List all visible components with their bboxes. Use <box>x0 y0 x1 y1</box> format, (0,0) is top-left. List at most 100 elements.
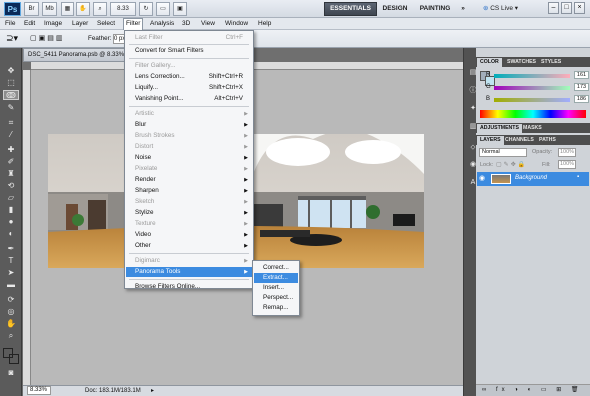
3d-orbit-tool-icon[interactable]: ◎ <box>3 307 19 317</box>
rotate-view-button[interactable]: ↻ <box>139 2 153 16</box>
tab-swatches[interactable]: SWATCHES <box>504 58 539 67</box>
filter-menu-item[interactable]: Lens Correction... Shift+Ctrl+R <box>126 72 252 82</box>
quick-selection-tool-icon[interactable]: ✎ <box>3 103 19 113</box>
zoom-tool-button[interactable]: ⌕ <box>93 2 107 16</box>
filter-menu-item[interactable]: Convert for Smart Filters <box>126 46 252 56</box>
filter-menu-item[interactable]: Stylize ▶ <box>126 208 252 218</box>
channel-g-slider[interactable] <box>494 86 570 90</box>
layer-row[interactable]: ◉ Background ▪ <box>477 172 589 186</box>
tab-paths[interactable]: PATHS <box>536 136 559 145</box>
history-brush-tool-icon[interactable]: ⟲ <box>3 181 19 191</box>
shape-tool-icon[interactable]: ▬ <box>3 280 19 290</box>
menu-analysis[interactable]: Analysis <box>148 18 176 30</box>
panorama-tools-item[interactable]: Remap... <box>254 303 298 313</box>
channel-r-slider[interactable] <box>494 74 570 78</box>
panorama-tools-item[interactable]: Perspect... <box>254 293 298 303</box>
healing-brush-tool-icon[interactable]: ✚ <box>3 145 19 155</box>
lasso-tool-icon[interactable]: ↂ <box>3 90 19 100</box>
gradient-tool-icon[interactable]: ▮ <box>3 205 19 215</box>
filter-menu-item[interactable]: Sharpen ▶ <box>126 186 252 196</box>
brush-tool-icon[interactable]: ✐ <box>3 157 19 167</box>
filter-menu-dropdown: Last Filter Ctrl+F Convert for Smart Filte… <box>124 30 254 292</box>
marquee-tool-icon[interactable]: ⬚ <box>3 78 19 88</box>
layer-name[interactable]: Background <box>515 175 547 181</box>
blend-mode-select[interactable]: Normal <box>479 148 527 157</box>
filter-menu-item[interactable]: Blur ▶ <box>126 120 252 130</box>
menu-3d[interactable]: 3D <box>180 18 192 30</box>
quick-mask-icon[interactable]: ◙ <box>3 368 19 378</box>
menu-layer[interactable]: Layer <box>70 18 90 30</box>
minimize-button[interactable]: – <box>548 2 559 14</box>
filter-menu-item[interactable]: Noise ▶ <box>126 153 252 163</box>
dodge-tool-icon[interactable]: ◐ <box>3 229 19 239</box>
channel-b-slider[interactable] <box>494 98 570 102</box>
lock-icons[interactable]: ▢✎✥🔒 <box>496 161 527 168</box>
blur-tool-icon[interactable]: ● <box>3 217 19 227</box>
eraser-tool-icon[interactable]: ▱ <box>3 193 19 203</box>
menu-edit[interactable]: Edit <box>22 18 37 30</box>
workspace-design[interactable]: DESIGN <box>378 2 412 16</box>
more-workspaces-button[interactable]: » <box>458 2 468 16</box>
workspace-painting[interactable]: PAINTING <box>415 2 455 16</box>
filter-menu-item[interactable]: Panorama Tools ▶ <box>126 267 252 277</box>
opacity-input[interactable]: 100% <box>558 148 576 157</box>
arrange-documents-button[interactable]: ▭ <box>156 2 170 16</box>
clone-stamp-tool-icon[interactable]: ♜ <box>3 169 19 179</box>
crop-tool-icon[interactable]: ⌗ <box>3 118 19 128</box>
pen-tool-icon[interactable]: ✒ <box>3 244 19 254</box>
path-selection-tool-icon[interactable]: ➤ <box>3 268 19 278</box>
menu-help[interactable]: Help <box>256 18 273 30</box>
zoom-level-field[interactable]: 8.33 <box>110 2 136 16</box>
filter-menu-item[interactable]: Browse Filters Online... <box>126 282 252 292</box>
filter-menu-item[interactable]: Video ▶ <box>126 230 252 240</box>
type-tool-icon[interactable]: T <box>3 256 19 266</box>
mini-bridge-button[interactable]: Mb <box>42 2 57 16</box>
filter-menu-item[interactable]: Render ▶ <box>126 175 252 185</box>
selection-mode-icons[interactable]: ▢▣▤▥ <box>30 34 64 42</box>
menu-file[interactable]: File <box>3 18 17 30</box>
panorama-tools-item[interactable]: Insert... <box>254 283 298 293</box>
opacity-label: Opacity: <box>532 149 553 155</box>
screen-mode-button[interactable]: ▣ <box>173 2 187 16</box>
move-tool-icon[interactable]: ✥ <box>3 66 19 76</box>
menu-filter[interactable]: Filter <box>123 18 144 30</box>
color-spectrum-bar[interactable] <box>480 110 586 118</box>
tab-color[interactable]: COLOR <box>477 58 502 67</box>
background-color-swatch[interactable] <box>9 354 19 364</box>
bridge-button[interactable]: Br <box>24 2 39 16</box>
tab-channels[interactable]: CHANNELS <box>502 136 537 145</box>
channel-g-value[interactable]: 173 <box>574 83 589 91</box>
status-arrow-icon[interactable]: ▸ <box>151 386 154 396</box>
channel-r-value[interactable]: 161 <box>574 71 589 79</box>
3d-rotate-tool-icon[interactable]: ⟳ <box>3 295 19 305</box>
menu-image[interactable]: Image <box>42 18 64 30</box>
workspace-essentials[interactable]: ESSENTIALS <box>324 2 377 16</box>
status-zoom[interactable]: 8.33% <box>27 386 51 395</box>
view-extras-button[interactable]: ▦ <box>61 2 74 16</box>
menu-view[interactable]: View <box>199 18 217 30</box>
hand-tool-button[interactable]: ✋ <box>76 2 90 16</box>
tab-adjustments[interactable]: ADJUSTMENTS <box>477 124 522 133</box>
panorama-tools-item[interactable]: Correct... <box>254 263 298 273</box>
visibility-eye-icon[interactable]: ◉ <box>479 174 485 182</box>
tab-styles[interactable]: STYLES <box>538 58 564 67</box>
filter-menu-item-label: Other <box>135 242 151 249</box>
fill-input[interactable]: 100% <box>558 160 576 169</box>
filter-menu-item[interactable]: Other ▶ <box>126 241 252 251</box>
filter-menu-item[interactable]: Vanishing Point... Alt+Ctrl+V <box>126 94 252 104</box>
maximize-button[interactable]: □ <box>561 2 572 14</box>
submenu-arrow-icon: ▶ <box>244 177 248 183</box>
zoom-tool-icon[interactable]: ⌕ <box>3 331 19 341</box>
filter-menu-item[interactable]: Liquify... Shift+Ctrl+X <box>126 83 252 93</box>
hand-tool-icon[interactable]: ✋ <box>3 319 19 329</box>
channel-b-value[interactable]: 186 <box>574 95 589 103</box>
cs-live-button[interactable]: ⊛ CS Live ▾ <box>478 2 523 16</box>
menu-window[interactable]: Window <box>223 18 250 30</box>
eyedropper-tool-icon[interactable]: ⁄ <box>3 130 19 140</box>
lasso-preset-icon[interactable]: ⊇▾ <box>6 33 18 44</box>
panorama-tools-item[interactable]: Extract... <box>254 273 298 283</box>
tab-layers[interactable]: LAYERS <box>477 136 504 145</box>
menu-select[interactable]: Select <box>95 18 117 30</box>
tab-masks[interactable]: MASKS <box>520 124 545 133</box>
close-button[interactable]: × <box>574 2 585 14</box>
